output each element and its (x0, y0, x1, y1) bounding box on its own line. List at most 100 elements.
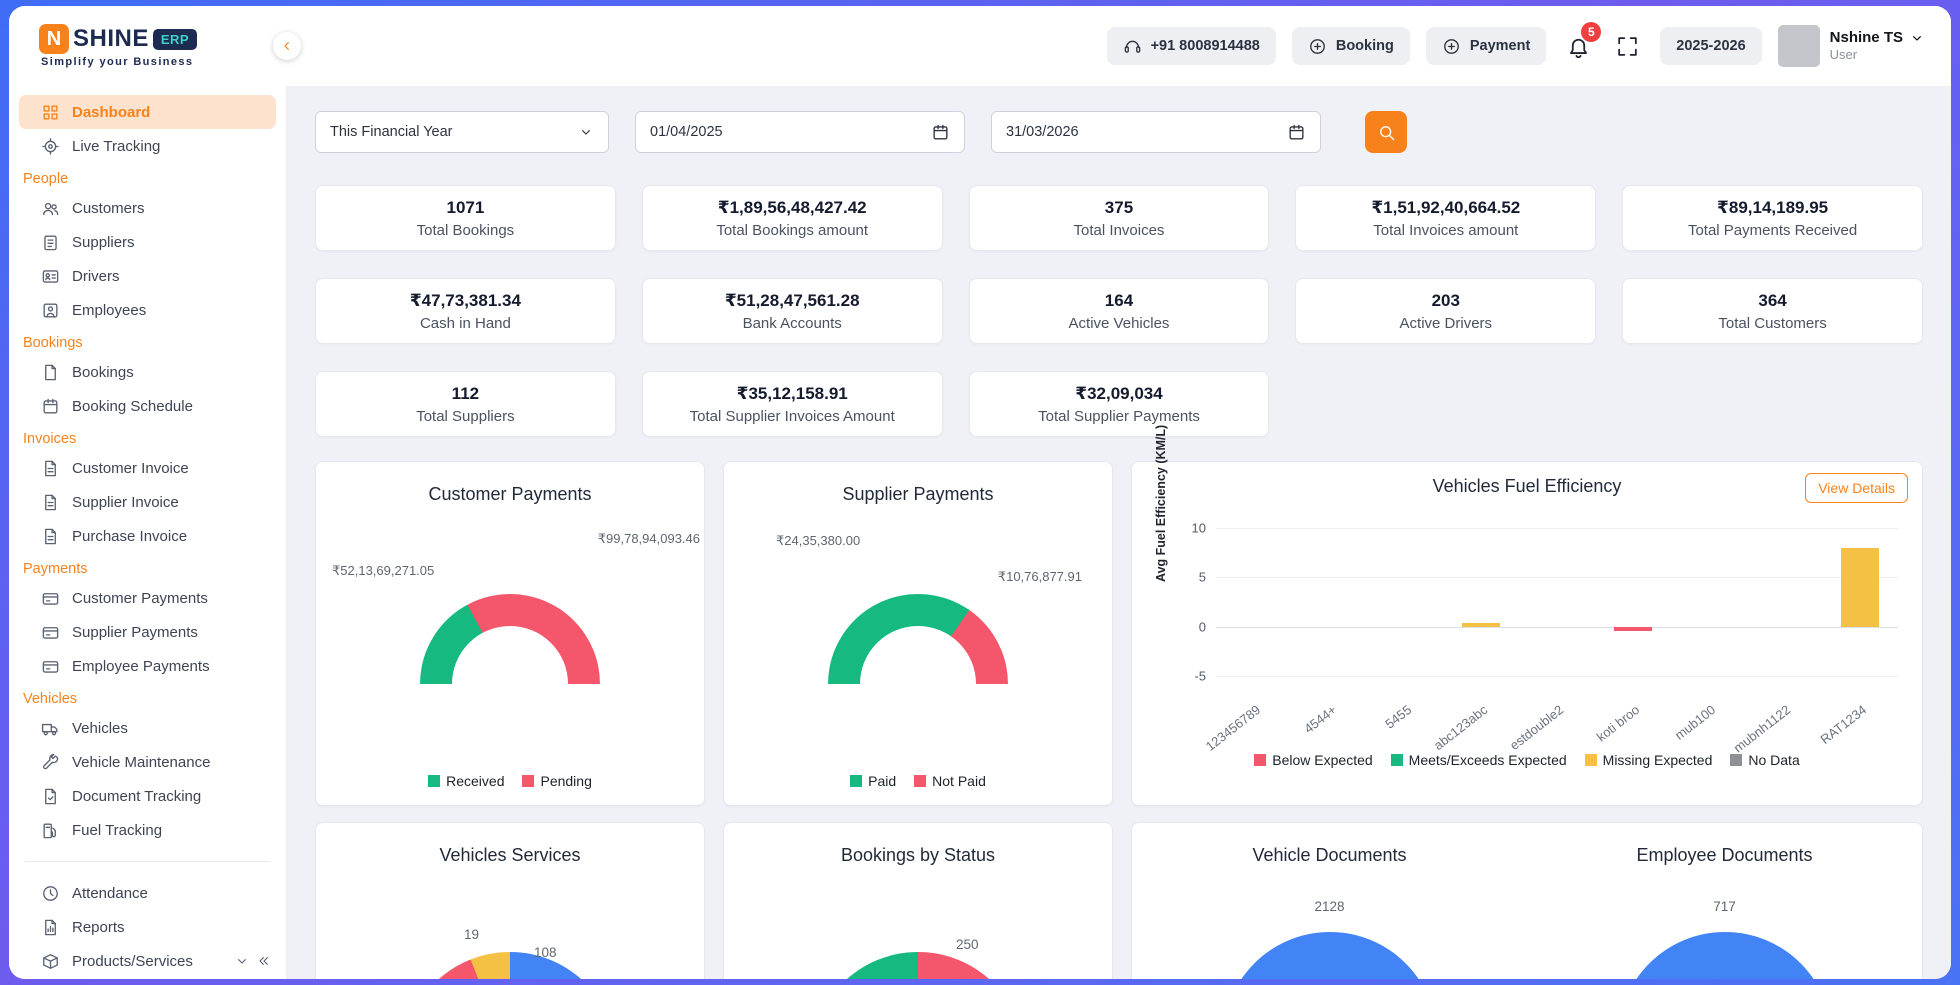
support-phone-button[interactable]: +91 8008914488 (1107, 27, 1276, 65)
pie-slice-label: 2128 (1314, 899, 1344, 914)
fuel-x-label: 4544+ (1301, 702, 1339, 736)
legend-swatch (1730, 754, 1742, 766)
logo-wordmark: SHINE (73, 25, 149, 53)
sidebar-item-attendance[interactable]: Attendance (9, 876, 286, 910)
sidebar-item-employee-payments[interactable]: Employee Payments (9, 649, 286, 683)
end-date-input[interactable] (1006, 124, 1226, 140)
logo-n-mark: N (39, 24, 69, 54)
calendar-icon[interactable] (1287, 123, 1306, 142)
invoice-icon (41, 459, 60, 478)
sidebar-collapse-button[interactable] (273, 32, 301, 60)
fuel-x-label: koti broo (1593, 702, 1642, 745)
start-date-field[interactable] (635, 111, 965, 153)
sidebar-item-customers[interactable]: Customers (9, 191, 286, 225)
sidebar-item-reports[interactable]: Reports (9, 910, 286, 944)
calendar-icon[interactable] (931, 123, 950, 142)
chevron-left-icon (279, 38, 295, 54)
chart-title: Vehicles Fuel Efficiency (1132, 462, 1922, 510)
notifications-button[interactable]: 5 (1562, 30, 1595, 63)
legend-swatch (522, 775, 534, 787)
y-axis-label: Avg Fuel Efficiency (KM/L) (1154, 425, 1168, 582)
sidebar-item-customer-invoice[interactable]: Customer Invoice (9, 451, 286, 485)
start-date-input[interactable] (650, 124, 870, 140)
stat-value: 164 (1105, 291, 1133, 311)
double-chevron-left-icon[interactable] (256, 953, 272, 969)
stat-label: Active Drivers (1400, 315, 1493, 332)
stat-label: Total Supplier Invoices Amount (690, 408, 895, 425)
filter-bar: This Financial Year (315, 111, 1923, 153)
sidebar-item-employees[interactable]: Employees (9, 293, 286, 327)
end-date-field[interactable] (991, 111, 1321, 153)
search-button[interactable] (1365, 111, 1407, 153)
sidebar-item-document-tracking[interactable]: Document Tracking (9, 779, 286, 813)
stat-label: Bank Accounts (743, 315, 842, 332)
sidebar-item-label: Drivers (72, 268, 120, 285)
bookings-by-status-pie (811, 952, 1025, 979)
stat-value: 203 (1432, 291, 1460, 311)
user-role: User (1830, 47, 1925, 63)
sidebar-item-dashboard[interactable]: Dashboard (19, 95, 276, 129)
brand-logo: N SHINE ERP Simplify your Business (39, 24, 197, 68)
sidebar-item-drivers[interactable]: Drivers (9, 259, 286, 293)
fuel-x-label: mubnh1122 (1731, 702, 1794, 756)
fullscreen-button[interactable] (1611, 30, 1644, 63)
stat-value: 375 (1105, 198, 1133, 218)
sidebar-item-vehicle-maintenance[interactable]: Vehicle Maintenance (9, 745, 286, 779)
add-payment-button[interactable]: Payment (1426, 27, 1546, 65)
report-icon (41, 918, 60, 937)
header-actions: +91 8008914488 Booking Payment 5 2025-20… (1107, 25, 1925, 67)
sidebar-item-products-services[interactable]: Products/Services (9, 944, 286, 978)
stat-value: ₹35,12,158.91 (737, 384, 848, 404)
sidebar-item-live-tracking[interactable]: Live Tracking (9, 129, 286, 163)
stat-value: ₹32,09,034 (1075, 384, 1162, 404)
sidebar-item-label: Supplier Payments (72, 624, 198, 641)
legend-label: Missing Expected (1603, 752, 1713, 768)
pie-slice-label: 19 (464, 927, 479, 942)
fuel-x-label: abc123abc (1431, 702, 1490, 753)
stat-card: 203 Active Drivers (1295, 278, 1596, 344)
dashboard-icon (41, 103, 60, 122)
sidebar-item-label: Purchase Invoice (72, 528, 187, 545)
sidebar-item-customer-payments[interactable]: Customer Payments (9, 581, 286, 615)
sidebar-item-label: Reports (72, 919, 125, 936)
user-menu[interactable]: Nshine TS User (1778, 25, 1925, 67)
fuel-x-label: RAT1234 (1818, 702, 1870, 747)
legend-swatch (1254, 754, 1266, 766)
chevron-down-icon[interactable] (234, 953, 250, 969)
chevron-down-icon (578, 124, 594, 140)
sidebar-item-suppliers[interactable]: Suppliers (9, 225, 286, 259)
sidebar-section-people: People (9, 163, 286, 191)
chart-legend: Paid Not Paid (724, 773, 1112, 805)
period-select[interactable]: This Financial Year (315, 111, 609, 153)
sidebar-section-invoices: Invoices (9, 423, 286, 451)
id-card-icon (41, 267, 60, 286)
sidebar-item-supplier-payments[interactable]: Supplier Payments (9, 615, 286, 649)
stat-label: Total Bookings (417, 222, 515, 239)
file-icon (41, 363, 60, 382)
view-details-button[interactable]: View Details (1805, 473, 1908, 503)
sidebar-item-booking-schedule[interactable]: Booking Schedule (9, 389, 286, 423)
legend-label: Pending (540, 773, 591, 789)
add-payment-label: Payment (1470, 38, 1530, 54)
legend-swatch (914, 775, 926, 787)
vehicle-documents-pie (1223, 932, 1437, 979)
sidebar-item-vehicles[interactable]: Vehicles (9, 711, 286, 745)
add-booking-button[interactable]: Booking (1292, 27, 1410, 65)
sidebar-item-label: Attendance (72, 885, 148, 902)
sidebar-item-fuel-tracking[interactable]: Fuel Tracking (9, 813, 286, 847)
chart-legend: Received Pending (316, 773, 704, 805)
fiscal-year-button[interactable]: 2025-2026 (1660, 27, 1761, 65)
sidebar-item-supplier-invoice[interactable]: Supplier Invoice (9, 485, 286, 519)
period-select-value: This Financial Year (330, 124, 453, 140)
sidebar-item-label: Customers (72, 200, 145, 217)
stat-value: ₹1,89,56,48,427.42 (718, 198, 867, 218)
stat-card: ₹35,12,158.91 Total Supplier Invoices Amo… (642, 371, 943, 437)
sidebar-item-bookings[interactable]: Bookings (9, 355, 286, 389)
stat-value: 112 (452, 384, 479, 404)
sidebar-item-purchase-invoice[interactable]: Purchase Invoice (9, 519, 286, 553)
paid-amount-label: ₹24,35,380.00 (776, 533, 860, 549)
stats-grid: 1071Total Bookings ₹1,89,56,48,427.42Tot… (315, 185, 1923, 437)
wrench-icon (41, 753, 60, 772)
stat-label: Total Supplier Payments (1038, 408, 1200, 425)
legend-label: No Data (1748, 752, 1799, 768)
